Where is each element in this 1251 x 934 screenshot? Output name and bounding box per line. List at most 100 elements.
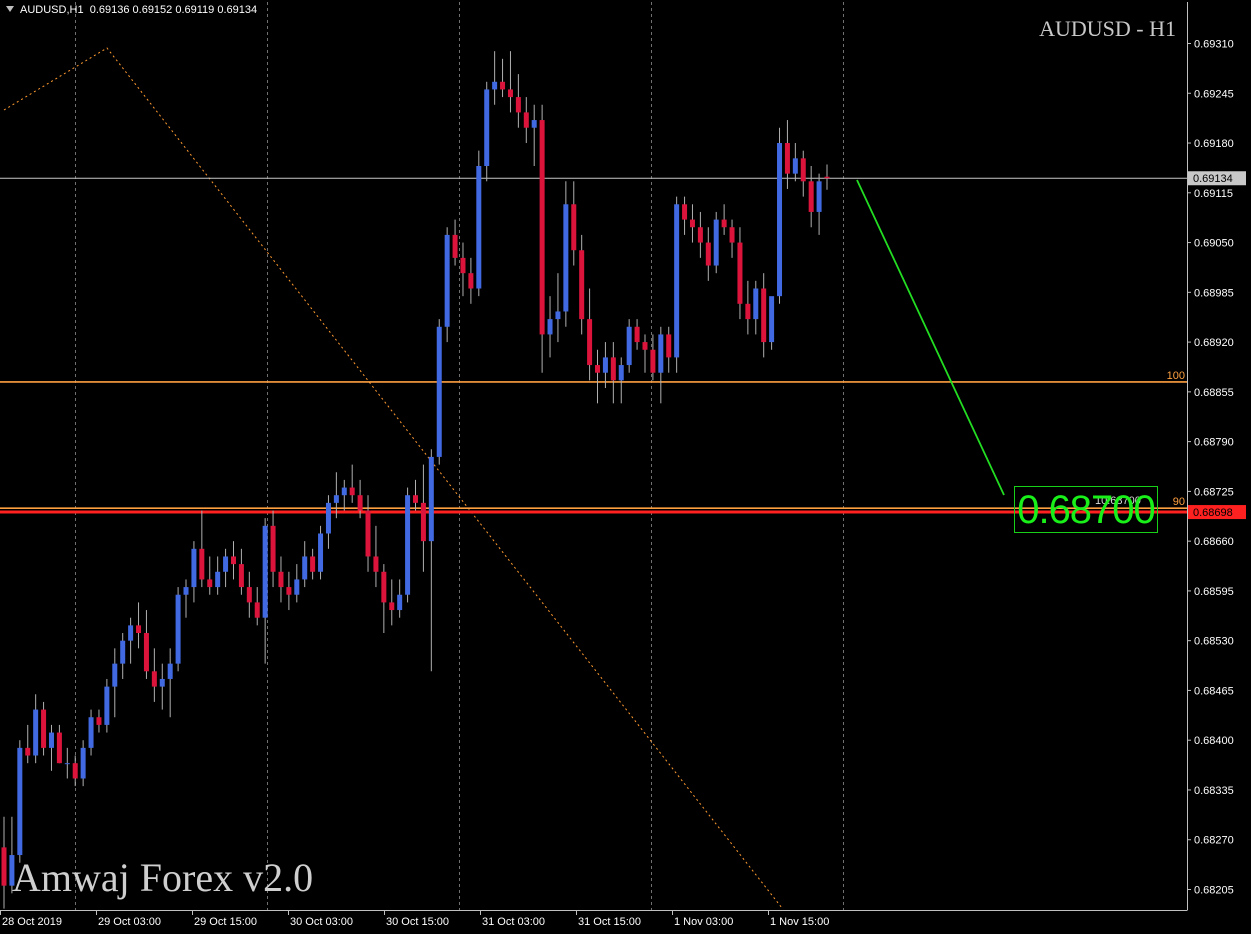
candle-body — [25, 747, 31, 756]
chart-background — [0, 0, 1251, 934]
candle-body — [618, 365, 624, 381]
candle-body — [389, 602, 395, 611]
candle-body — [500, 81, 506, 90]
x-tick-label: 1 Nov 03:00 — [674, 916, 733, 928]
candle-body — [492, 81, 498, 90]
candle-body — [642, 342, 648, 350]
y-tick-label: 0.68530 — [1194, 636, 1234, 648]
candle-body — [674, 204, 680, 358]
y-tick-label: 0.68790 — [1194, 437, 1234, 449]
candle-body — [531, 120, 537, 128]
candle-body — [579, 250, 585, 320]
candle-body — [452, 234, 458, 258]
candle-body — [238, 564, 244, 588]
candle-body — [602, 357, 608, 373]
y-tick-label: 0.68205 — [1194, 885, 1234, 897]
candle-body — [460, 257, 466, 274]
candle-body — [223, 556, 229, 572]
candle-body — [658, 334, 664, 373]
collapse-arrow-icon[interactable] — [6, 6, 14, 12]
candle-body — [48, 732, 54, 748]
y-tick-label: 0.68855 — [1194, 387, 1234, 399]
x-tick-label: 30 Oct 03:00 — [290, 916, 353, 928]
candle-body — [468, 273, 474, 289]
candle-body — [199, 548, 205, 580]
y-tick-label: 0.68985 — [1194, 287, 1234, 299]
candle-body — [294, 579, 300, 595]
x-tick-label: 29 Oct 15:00 — [194, 916, 257, 928]
candle-body — [436, 326, 442, 457]
x-tick-label: 29 Oct 03:00 — [98, 916, 161, 928]
candle-body — [41, 709, 47, 748]
candle-body — [341, 487, 347, 496]
candle-body — [88, 717, 94, 748]
candle-body — [143, 633, 149, 672]
candle-body — [682, 204, 688, 220]
candle-body — [587, 319, 593, 366]
candle-body — [769, 296, 775, 343]
candle-body — [507, 89, 513, 98]
x-tick-label: 31 Oct 15:00 — [578, 916, 641, 928]
candle-body — [713, 219, 719, 266]
candle-body — [650, 349, 656, 373]
chart-title: AUDUSD - H1 — [1039, 16, 1176, 41]
candle-body — [523, 112, 529, 128]
y-tick-label: 0.68920 — [1194, 337, 1234, 349]
candle-body — [318, 533, 324, 572]
target-price-value: 0.68700 — [1017, 488, 1156, 532]
candle-body — [262, 525, 268, 618]
candle-body — [56, 732, 62, 764]
candle-body — [365, 510, 371, 557]
candle-body — [120, 640, 126, 664]
candle-body — [555, 311, 561, 320]
candle-body — [397, 594, 403, 611]
y-tick-label: 0.69310 — [1194, 39, 1234, 51]
symbol-timeframe: AUDUSD,H1 — [20, 4, 84, 16]
red-price-tag-label: 0.68698 — [1193, 507, 1233, 519]
y-tick-label: 0.69115 — [1194, 188, 1233, 200]
candle-body — [128, 625, 134, 641]
candle-body — [761, 288, 767, 343]
candle-body — [183, 587, 189, 595]
y-tick-label: 0.69050 — [1194, 238, 1234, 250]
candle-body — [824, 176, 830, 179]
candle-body — [792, 158, 798, 174]
candle-body — [405, 495, 411, 595]
candle-body — [215, 571, 221, 588]
price-chart[interactable]: 100 90 0.68698 0.69134 28 Oct 2019 29 Oct 03… — [0, 0, 1251, 934]
x-tick-label: 30 Oct 15:00 — [386, 916, 449, 928]
candle-body — [112, 663, 118, 687]
y-tick-label: 0.68725 — [1194, 486, 1234, 498]
candle-body — [1, 847, 7, 886]
candle-body — [595, 365, 601, 373]
candle-body — [278, 571, 284, 588]
y-tick-label: 0.69245 — [1194, 88, 1234, 100]
candle-body — [697, 227, 703, 243]
candle-body — [800, 158, 806, 182]
candle-body — [104, 686, 110, 725]
candle-body — [777, 143, 783, 297]
candle-body — [571, 204, 577, 251]
ohlc-readout: 0.69136 0.69152 0.69119 0.69134 — [89, 4, 258, 16]
candle-body — [151, 671, 157, 687]
candle-body — [381, 571, 387, 603]
chart-header: AUDUSD,H1 0.69136 0.69152 0.69119 0.6913… — [6, 4, 257, 16]
candle-body — [689, 219, 695, 228]
y-tick-label: 0.68660 — [1194, 536, 1234, 548]
candle-body — [191, 548, 197, 588]
candle-body — [808, 181, 814, 212]
candle-body — [230, 556, 236, 565]
y-tick-label: 0.68335 — [1194, 785, 1234, 797]
candle-body — [539, 120, 545, 335]
brand-watermark: Amwaj Forex v2.0 — [12, 855, 314, 900]
candle-body — [17, 747, 23, 856]
candle-body — [175, 594, 181, 664]
candle-body — [254, 602, 260, 618]
candle-body — [737, 242, 743, 304]
candle-body — [207, 579, 213, 588]
candle-body — [373, 556, 379, 572]
candle-body — [563, 204, 569, 312]
candle-body — [729, 227, 735, 243]
candle-body — [784, 143, 790, 174]
fib-level-label: 90 — [1173, 496, 1185, 508]
